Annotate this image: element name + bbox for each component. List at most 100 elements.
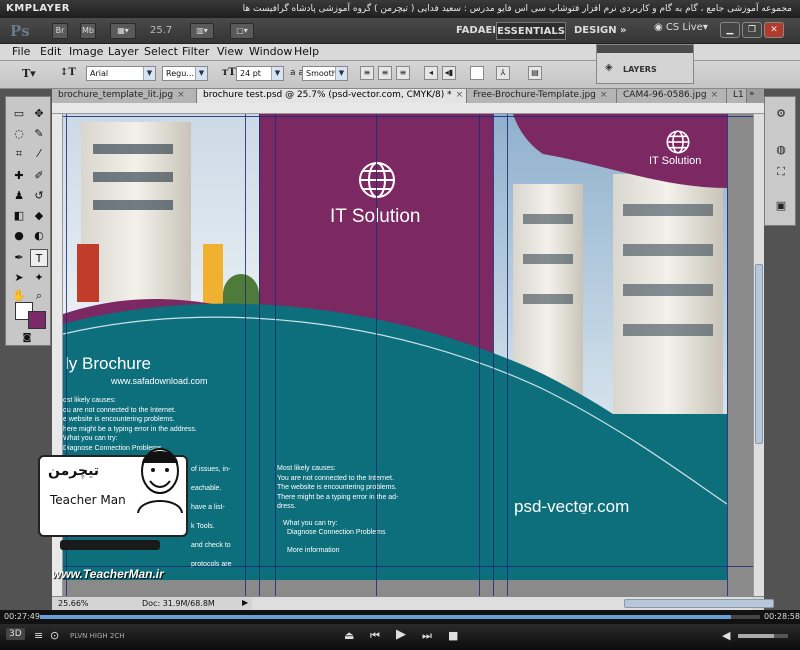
toggle-text-orientation-icon[interactable]: ↕T (60, 67, 76, 78)
toggle-character-panel-icon[interactable]: ◂▮ (442, 66, 456, 80)
workspace-design[interactable]: DESIGN (574, 22, 617, 40)
play-icon[interactable]: ▶ (396, 627, 406, 642)
clone-stamp-icon[interactable]: ♟ (10, 187, 28, 205)
crop-tool-icon[interactable]: ⌗ (10, 145, 28, 163)
arrange-documents-button[interactable]: ▥▾ (190, 23, 214, 39)
anti-alias-select[interactable]: Smooth ▼ (302, 66, 348, 81)
status-menu-arrow-icon[interactable]: ▶ (242, 598, 248, 607)
guide[interactable] (63, 566, 753, 567)
tab-cam4[interactable]: CAM4-96-0586.jpg × (617, 89, 727, 103)
menu-edit[interactable]: Edit (40, 45, 61, 58)
menu-view[interactable]: View (217, 45, 243, 58)
menu-select[interactable]: Select (144, 45, 178, 58)
quick-selection-icon[interactable]: ✎ (30, 125, 48, 143)
more-tabs-chevron-icon[interactable]: » (749, 89, 755, 99)
tab-free-brochure-template[interactable]: Free-Brochure-Template.jpg × (467, 89, 617, 103)
align-left-icon[interactable]: ≡ (360, 66, 374, 80)
font-style-select[interactable]: Regu... ▼ (162, 66, 208, 81)
guide[interactable] (63, 116, 753, 117)
path-selection-icon[interactable]: ➤ (10, 269, 28, 287)
close-icon[interactable]: × (177, 90, 185, 100)
type-tool-icon[interactable]: T (30, 249, 48, 267)
horizontal-ruler[interactable] (52, 103, 764, 114)
menu-window[interactable]: Window (249, 45, 292, 58)
mini-bridge-panel-icon[interactable]: ▣ (772, 197, 790, 215)
text-color-swatch[interactable] (470, 66, 484, 80)
guide[interactable] (376, 114, 377, 596)
mini-bridge-button[interactable]: Mb (80, 23, 96, 39)
menu-image[interactable]: Image (69, 45, 103, 58)
scrollbar-thumb[interactable] (755, 264, 763, 444)
previous-icon[interactable]: ⏮ (370, 629, 380, 643)
3d-button[interactable]: 3D (6, 628, 25, 640)
eyedropper-icon[interactable]: ⁄ (30, 145, 48, 163)
quick-mask-icon[interactable]: ◙ (18, 329, 36, 347)
3d-panel-icon[interactable]: ◍ (772, 141, 790, 159)
view-extras-button[interactable]: ▦▾ (110, 23, 136, 39)
capture-icon[interactable]: ⊙ (50, 629, 59, 642)
eject-icon[interactable]: ⏏ (344, 629, 354, 642)
seek-bar[interactable] (40, 615, 760, 619)
horizontal-scrollbar[interactable] (252, 597, 774, 610)
minimize-button[interactable]: ▁ (720, 22, 740, 38)
adjustments-icon[interactable]: ⚙ (772, 105, 790, 123)
guide[interactable] (507, 114, 508, 596)
player-title-bar[interactable]: KMPLAYER مجموعه آموزشی جامع ، گام به گام… (0, 0, 800, 18)
dodge-tool-icon[interactable]: ◐ (30, 227, 48, 245)
volume-slider[interactable] (738, 634, 788, 638)
guide[interactable] (479, 114, 480, 596)
volume-icon[interactable]: ◀ (722, 629, 730, 642)
eraser-icon[interactable]: ◧ (10, 207, 28, 225)
maximize-button[interactable]: ❐ (742, 22, 762, 38)
lasso-tool-icon[interactable]: ◌ (10, 125, 28, 143)
align-center-icon[interactable]: ≡ (378, 66, 392, 80)
blur-tool-icon[interactable]: ● (10, 227, 28, 245)
history-brush-icon[interactable]: ↺ (30, 187, 48, 205)
font-size-select[interactable]: 24 pt ▼ (236, 66, 284, 81)
close-button[interactable]: ✕ (764, 22, 784, 38)
close-icon[interactable]: × (711, 90, 719, 100)
guide[interactable] (259, 114, 260, 596)
rectangular-marquee-icon[interactable]: ▭ (10, 105, 28, 123)
screen-mode-button[interactable]: ▢▾ (230, 23, 254, 39)
menu-icon[interactable]: ≡ (34, 629, 43, 642)
workspace-fadaei[interactable]: FADAEI (456, 22, 496, 40)
transform-panel-icon[interactable]: ⛶ (772, 163, 790, 181)
close-icon[interactable]: × (600, 90, 608, 100)
guide[interactable] (245, 114, 246, 596)
tab-brochure-template-lit[interactable]: brochure_template_lit.jpg × (52, 89, 197, 103)
tab-brochure-test[interactable]: brochure test.psd @ 25.7% (psd-vector.co… (197, 89, 467, 103)
guide[interactable] (493, 114, 494, 596)
scrollbar-thumb[interactable] (624, 599, 774, 608)
move-tool-icon[interactable]: ✥ (30, 105, 48, 123)
menu-filter[interactable]: Filter (182, 45, 209, 58)
close-icon[interactable]: × (456, 90, 464, 100)
brush-tool-icon[interactable]: ✐ (30, 167, 48, 185)
next-icon[interactable]: ⏭ (422, 629, 432, 643)
create-warped-text-icon[interactable]: ⅄ (496, 66, 510, 80)
more-workspaces-chevron-icon[interactable]: » (620, 22, 626, 40)
pen-tool-icon[interactable]: ✒ (10, 249, 28, 267)
paint-bucket-icon[interactable]: ◆ (30, 207, 48, 225)
character-paragraph-panels-icon[interactable]: ▤ (528, 66, 542, 80)
tab-l1[interactable]: L1 (727, 89, 747, 103)
background-color-swatch[interactable] (28, 311, 46, 329)
layers-panel-header[interactable] (597, 45, 693, 53)
stop-icon[interactable]: ■ (448, 629, 458, 642)
warp-text-icon[interactable]: ◂ (424, 66, 438, 80)
custom-shape-icon[interactable]: ✦ (30, 269, 48, 287)
font-family-select[interactable]: Arial ▼ (86, 66, 156, 81)
guide[interactable] (275, 114, 276, 596)
layers-panel[interactable]: ◈ LAYERS (596, 44, 694, 84)
guide[interactable] (727, 114, 728, 596)
workspace-essentials[interactable]: ESSENTIALS (496, 22, 566, 40)
vertical-scrollbar[interactable] (753, 114, 764, 596)
spot-healing-icon[interactable]: ✚ (10, 167, 28, 185)
align-right-icon[interactable]: ≡ (396, 66, 410, 80)
menu-layer[interactable]: Layer (108, 45, 139, 58)
big-url-text[interactable]: psd-vector.com (514, 497, 629, 517)
cs-live-button[interactable]: ◉ CS Live▾ (654, 22, 708, 33)
menu-file[interactable]: File (12, 45, 30, 58)
type-tool-icon[interactable]: T▾ (22, 67, 36, 80)
zoom-level[interactable]: 25.7 (150, 25, 172, 36)
